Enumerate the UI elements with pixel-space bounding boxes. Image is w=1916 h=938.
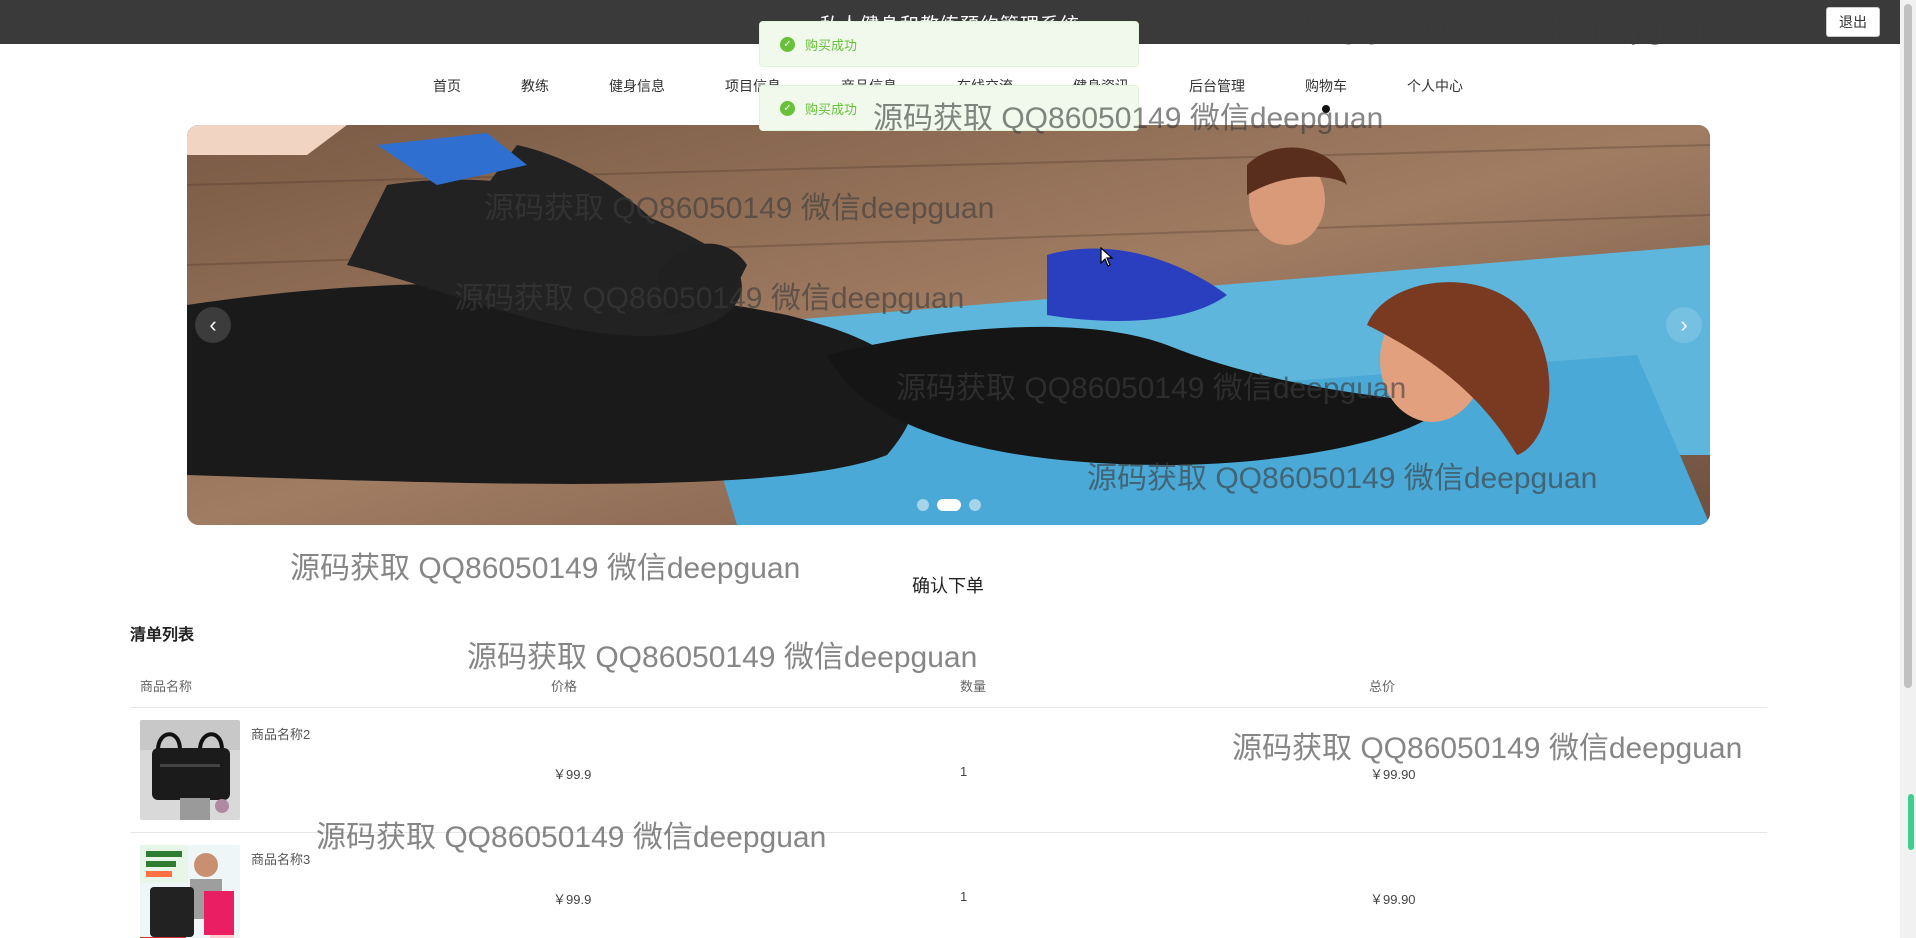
watermark: 源码获取 QQ86050149 微信deepguan	[467, 641, 978, 674]
table-row: 商品名称3 ￥99.9 1 ￥99.90	[130, 833, 1767, 938]
order-table: 商品名称 价格 数量 总价 商品名称2 ￥99.9 1 ￥99.90 商品名称3…	[130, 672, 1767, 938]
product-name: 商品名称3	[251, 852, 311, 867]
nav-item-cart[interactable]: 购物车	[1305, 76, 1347, 96]
product-total: ￥99.90	[1370, 767, 1416, 782]
carousel-indicators	[187, 499, 1710, 511]
carousel-dot-3[interactable]	[968, 499, 981, 511]
banner-carousel[interactable]: ‹ ›	[187, 125, 1710, 525]
column-header-price: 价格	[551, 679, 578, 694]
nav-item-admin[interactable]: 后台管理	[1189, 76, 1245, 96]
table-row: 商品名称2 ￥99.9 1 ￥99.90	[130, 708, 1767, 833]
product-price: ￥99.9	[553, 892, 592, 907]
product-thumbnail[interactable]	[140, 845, 240, 938]
product-total: ￥99.90	[1370, 892, 1416, 907]
notification-message: 购买成功	[805, 37, 858, 53]
column-header-total: 总价	[1369, 679, 1396, 694]
success-notification: ✓ 购买成功	[759, 85, 1139, 131]
carousel-dot-1[interactable]	[916, 499, 929, 511]
success-notification: ✓ 购买成功	[759, 21, 1139, 67]
logout-button[interactable]: 退出	[1826, 7, 1880, 37]
banner-image	[187, 125, 1710, 525]
mouse-cursor-icon	[1100, 247, 1114, 267]
list-title: 清单列表	[130, 627, 195, 644]
product-quantity: 1	[960, 889, 968, 904]
carousel-next-button[interactable]: ›	[1666, 307, 1702, 343]
nav-item-home[interactable]: 首页	[433, 76, 461, 96]
notification-message: 购买成功	[805, 101, 858, 117]
page-scrollbar[interactable]	[1900, 0, 1916, 938]
table-header: 商品名称 价格 数量 总价	[130, 672, 1767, 708]
nav-item-profile[interactable]: 个人中心	[1407, 76, 1463, 96]
product-quantity: 1	[960, 764, 968, 779]
column-header-name: 商品名称	[140, 679, 193, 694]
success-check-icon: ✓	[780, 100, 795, 116]
nav-active-indicator	[1322, 105, 1330, 113]
scrollbar-thumb[interactable]	[1904, 4, 1912, 688]
carousel-prev-button[interactable]: ‹	[195, 307, 231, 343]
nav-item-fitness-info[interactable]: 健身信息	[609, 76, 665, 96]
column-header-quantity: 数量	[960, 679, 987, 694]
carousel-dot-2[interactable]	[936, 499, 961, 511]
success-check-icon: ✓	[780, 36, 795, 52]
product-price: ￥99.9	[553, 767, 592, 782]
scroll-indicator	[1908, 794, 1914, 850]
product-name: 商品名称2	[251, 727, 311, 742]
page-heading: 确认下单	[912, 576, 984, 596]
nav-item-coach[interactable]: 教练	[521, 76, 549, 96]
product-thumbnail[interactable]	[140, 720, 240, 820]
